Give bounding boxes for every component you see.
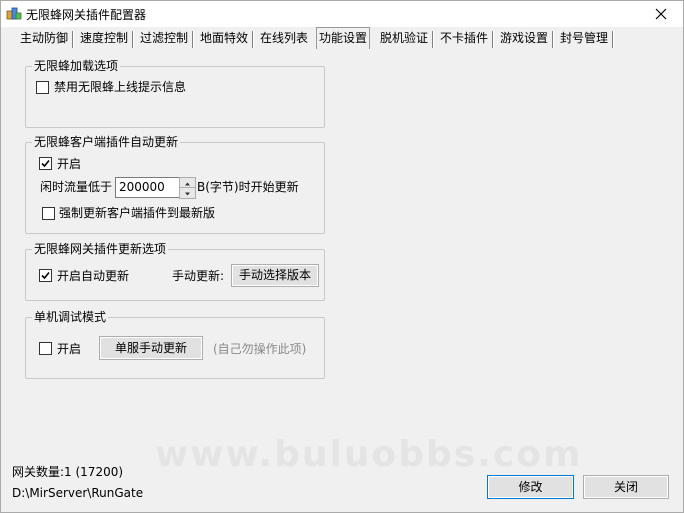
auto-update-checkbox[interactable] <box>39 269 52 282</box>
close-button[interactable]: 关闭 <box>583 475 669 499</box>
tab-online-list[interactable]: 在线列表 <box>260 29 308 48</box>
debug-mode-group: 单机调试模式 开启 单服手动更新 (自己勿操作此项) <box>25 310 325 379</box>
gateway-path: D:\MirServer\RunGate <box>12 486 144 500</box>
group-title: 单机调试模式 <box>32 310 109 324</box>
group-title: 无限蜂加载选项 <box>32 59 121 73</box>
title-bar: 无限蜂网关插件配置器 <box>0 0 684 27</box>
traffic-spinner[interactable] <box>179 177 196 199</box>
tab-separator <box>552 31 554 48</box>
tab-separator <box>432 31 434 48</box>
window-title: 无限蜂网关插件配置器 <box>26 8 147 22</box>
debug-enable-checkbox[interactable] <box>39 342 52 355</box>
manual-select-version-button[interactable]: 手动选择版本 <box>231 264 319 287</box>
checkbox-label: 开启自动更新 <box>57 269 130 283</box>
tab-ban-management[interactable]: 封号管理 <box>560 29 608 48</box>
watermark: www.buluobbs.com <box>155 434 583 475</box>
tab-separator <box>252 31 254 48</box>
tab-ground-effects[interactable]: 地面特效 <box>200 29 248 48</box>
checkbox-label: 禁用无限蜂上线提示信息 <box>54 80 187 94</box>
debug-hint: (自己勿操作此项) <box>213 342 307 356</box>
app-icon <box>6 7 22 20</box>
close-icon <box>655 8 667 19</box>
check-icon <box>41 159 50 168</box>
config-window: 无限蜂网关插件配置器 主动防御 速度控制 过滤控制 地面特效 在线列表 功能设置… <box>0 0 684 513</box>
spin-down-button[interactable] <box>179 187 196 199</box>
traffic-value: 200000 <box>119 180 165 194</box>
gateway-update-group: 无限蜂网关插件更新选项 开启自动更新 手动更新: 手动选择版本 <box>25 242 325 301</box>
traffic-threshold-input[interactable]: 200000 <box>115 177 181 198</box>
client-update-enable-checkbox[interactable] <box>39 157 52 170</box>
checkbox-label: 开启 <box>57 157 82 171</box>
manual-update-label: 手动更新: <box>172 269 225 283</box>
disable-online-msg-checkbox[interactable] <box>36 81 49 94</box>
client-update-group: 无限蜂客户端插件自动更新 开启 闲时流量低于 200000 B(字节)时开始更新… <box>25 135 325 234</box>
tab-noclag-plugin[interactable]: 不卡插件 <box>440 29 488 48</box>
spin-down-icon <box>185 192 190 196</box>
group-title: 无限蜂网关插件更新选项 <box>32 242 169 256</box>
tab-filter-control[interactable]: 过滤控制 <box>140 29 188 48</box>
single-server-update-button[interactable]: 单服手动更新 <box>99 336 203 360</box>
tab-separator <box>612 31 614 48</box>
tab-offline-verify[interactable]: 脱机验证 <box>380 29 428 48</box>
traffic-prefix-label: 闲时流量低于 <box>40 180 113 194</box>
traffic-suffix-label: B(字节)时开始更新 <box>197 180 299 194</box>
group-title: 无限蜂客户端插件自动更新 <box>32 135 181 149</box>
tab-function-settings[interactable]: 功能设置 <box>316 27 371 49</box>
gateway-count: 网关数量:1 (17200) <box>12 465 124 479</box>
tab-speed-control[interactable]: 速度控制 <box>80 29 128 48</box>
tab-separator <box>492 31 494 48</box>
force-update-checkbox[interactable] <box>42 207 55 220</box>
load-options-group: 无限蜂加载选项 禁用无限蜂上线提示信息 <box>25 59 325 128</box>
close-window-button[interactable] <box>638 0 684 27</box>
check-icon <box>41 271 50 280</box>
checkbox-label: 开启 <box>57 342 82 356</box>
checkbox-label: 强制更新客户端插件到最新版 <box>59 206 216 220</box>
tab-active-defense[interactable]: 主动防御 <box>20 29 68 48</box>
tab-separator <box>132 31 134 48</box>
tab-separator <box>192 31 194 48</box>
tab-separator <box>72 31 74 48</box>
tab-game-settings[interactable]: 游戏设置 <box>500 29 548 48</box>
modify-button[interactable]: 修改 <box>487 475 574 499</box>
